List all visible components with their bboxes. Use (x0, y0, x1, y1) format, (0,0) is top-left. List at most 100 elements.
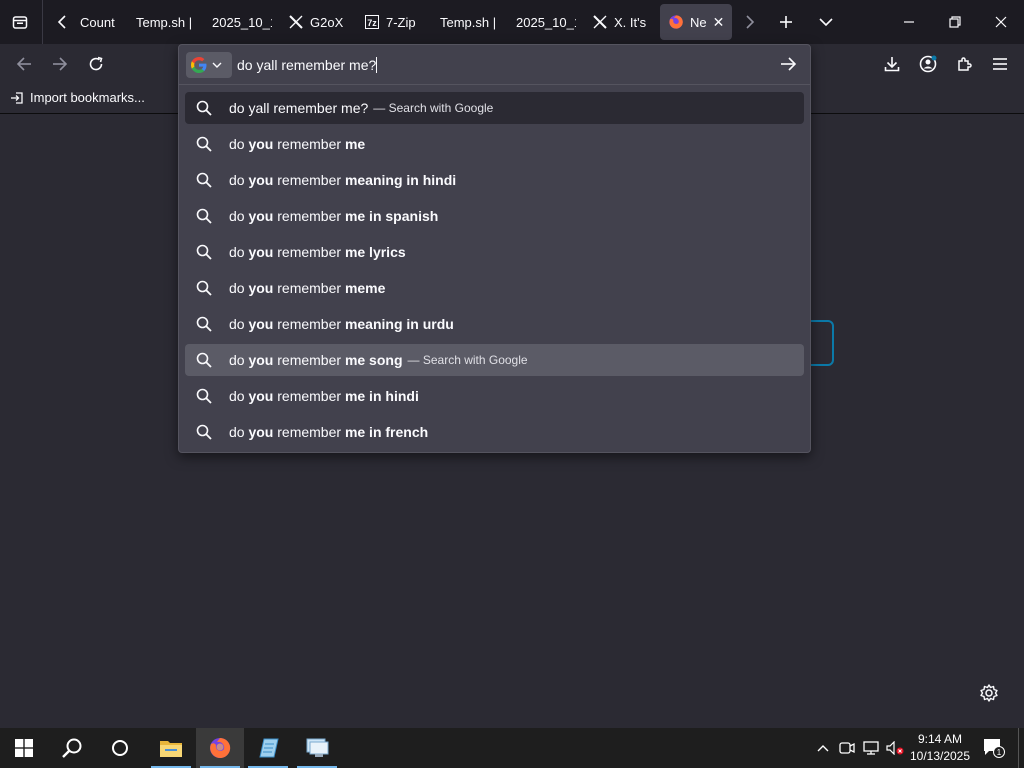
search-suggestion[interactable]: do you remember me song — Search with Goo… (185, 344, 804, 376)
tab[interactable]: 7z 7-Zip (364, 4, 420, 40)
notepad-icon (259, 738, 279, 758)
tab[interactable]: X. It's (592, 4, 652, 40)
customize-new-tab-button[interactable] (978, 682, 1000, 704)
suggestion-text: meaning in hindi (344, 172, 457, 188)
suggestion-action-label: — Search with Google (407, 353, 528, 367)
search-suggestion[interactable]: do you remember me in french (185, 416, 804, 448)
close-window-button[interactable] (984, 4, 1018, 40)
tab[interactable]: 2025_10_1 (516, 4, 576, 40)
extensions-button[interactable] (948, 48, 980, 80)
search-icon (196, 136, 212, 152)
search-suggestion[interactable]: do you remember me lyrics (185, 236, 804, 268)
menu-button[interactable] (984, 48, 1016, 80)
show-desktop-button[interactable] (1018, 728, 1019, 768)
notepad-taskbar-button[interactable] (244, 728, 292, 768)
network-tray-button[interactable] (860, 728, 882, 768)
search-suggestion[interactable]: do you remember meme (185, 272, 804, 304)
tab[interactable]: Temp.sh | (136, 4, 196, 40)
cortana-icon (112, 740, 128, 756)
go-button[interactable] (779, 55, 799, 75)
tab[interactable]: Temp.sh | (440, 4, 496, 40)
suggestion-text: remember (273, 424, 345, 440)
search-icon (196, 316, 212, 332)
taskbar-clock[interactable]: 9:14 AM 10/13/2025 (902, 731, 978, 765)
list-all-tabs-button[interactable] (810, 4, 842, 40)
tab[interactable]: G2oX (288, 4, 348, 40)
tab-bar: Count Temp.sh | 2025_10_1 G2oX 7z 7-Zip Temp.s… (0, 0, 1024, 44)
back-button[interactable] (8, 48, 40, 80)
suggestion-text: do (229, 424, 249, 440)
tab-label: G2oX (310, 14, 344, 30)
forward-button[interactable] (44, 48, 76, 80)
suggestion-text: you (248, 316, 274, 332)
import-bookmarks-button[interactable]: Import bookmarks... (10, 90, 145, 105)
suggestion-text: remember (273, 208, 345, 224)
suggestion-text: do (229, 352, 249, 368)
search-engine-selector[interactable] (186, 52, 232, 78)
restore-icon (949, 16, 961, 28)
search-suggestion[interactable]: do you remember me in spanish (185, 200, 804, 232)
search-icon (196, 352, 212, 368)
suggestion-text: you (248, 208, 274, 224)
notification-count: 1 (997, 748, 1002, 757)
clock-date: 10/13/2025 (909, 749, 971, 763)
suggestion-text: remember (273, 136, 345, 152)
tab[interactable]: 2025_10_1 (212, 4, 272, 40)
tab-label: Temp.sh | (136, 14, 193, 30)
show-hidden-icons-button[interactable] (812, 728, 834, 768)
suggestion-text: remember (273, 316, 345, 332)
tab-scroll-left-button[interactable] (46, 4, 78, 40)
firefox-taskbar-button[interactable] (196, 728, 244, 768)
remote-desktop-taskbar-button[interactable] (293, 728, 341, 768)
tab[interactable]: Count (80, 4, 116, 40)
minimize-button[interactable] (892, 4, 926, 40)
urlbar-input[interactable]: do yall remember me? (237, 57, 378, 73)
tab-scroll-right-button[interactable] (734, 4, 766, 40)
text-caret (376, 57, 378, 73)
search-icon (196, 208, 212, 224)
x-logo-icon (592, 14, 608, 30)
meet-now-tray-button[interactable] (836, 728, 858, 768)
restore-button[interactable] (938, 4, 972, 40)
search-suggestion[interactable]: do you remember meaning in hindi (185, 164, 804, 196)
suggestion-text: you (248, 280, 274, 296)
downloads-button[interactable] (876, 48, 908, 80)
cortana-button[interactable] (96, 728, 144, 768)
firefox-view-button[interactable] (4, 4, 36, 40)
search-suggestion[interactable]: do you remember me in hindi (185, 380, 804, 412)
suggestion-text: do (229, 244, 249, 260)
search-icon (196, 172, 212, 188)
file-explorer-taskbar-button[interactable] (147, 728, 195, 768)
search-suggestion[interactable]: do you remember meaning in urdu (185, 308, 804, 340)
chevron-up-icon (817, 745, 829, 752)
suggestion-text: do (229, 280, 249, 296)
suggestion-text: do (229, 136, 249, 152)
reload-button[interactable] (80, 48, 112, 80)
taskbar-search-button[interactable] (48, 728, 96, 768)
start-button[interactable] (0, 728, 48, 768)
chevron-down-icon (819, 18, 833, 27)
account-button[interactable] (912, 48, 944, 80)
search-suggestion[interactable]: do you remember me (185, 128, 804, 160)
windows-start-icon (15, 739, 33, 757)
new-tab-button[interactable] (770, 4, 802, 40)
chevron-right-icon (746, 15, 755, 29)
suggestion-text: you (248, 388, 274, 404)
tab-active[interactable]: Ne ✕ (660, 4, 732, 40)
google-logo-icon (191, 57, 207, 73)
7zip-icon: 7z (364, 14, 380, 30)
close-tab-icon[interactable]: ✕ (713, 14, 725, 31)
suggestion-action-label: — Search with Google (373, 101, 494, 115)
firefox-icon (210, 737, 231, 758)
arrow-right-icon (53, 57, 68, 71)
suggestion-text: me in spanish (344, 208, 439, 224)
reload-icon (89, 56, 103, 71)
tab-label: X. It's (614, 14, 647, 30)
suggestion-text: remember (273, 172, 345, 188)
svg-text:7z: 7z (367, 18, 377, 28)
action-center-button[interactable]: 1 (980, 728, 1008, 768)
suggestion-text: remember (273, 352, 345, 368)
suggestion-text: you (248, 352, 274, 368)
tab-label: 2025_10_1 (212, 14, 272, 30)
search-suggestion[interactable]: do yall remember me? — Search with Google (185, 92, 804, 124)
